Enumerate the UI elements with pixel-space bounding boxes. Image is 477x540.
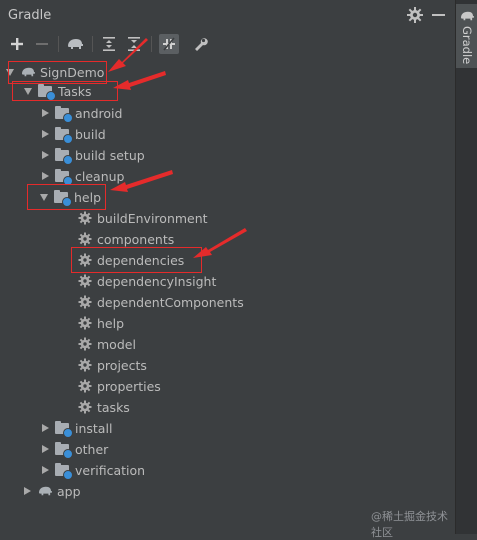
annotation-arrow xyxy=(110,170,173,192)
watermark: @稀土掘金技术社区 xyxy=(371,510,448,539)
gradle-tool-window: Gradle SignDemo Tasks android build buil… xyxy=(0,0,455,539)
annotation-arrow xyxy=(113,71,166,90)
annotation-arrow xyxy=(193,228,247,258)
annotation-arrow xyxy=(108,38,148,72)
gradle-side-tab[interactable]: Gradle xyxy=(456,4,477,68)
side-tab-label: Gradle xyxy=(460,26,474,65)
right-tool-strip: Gradle xyxy=(455,0,477,534)
annotation-arrows xyxy=(108,38,247,258)
elephant-icon xyxy=(461,11,474,21)
